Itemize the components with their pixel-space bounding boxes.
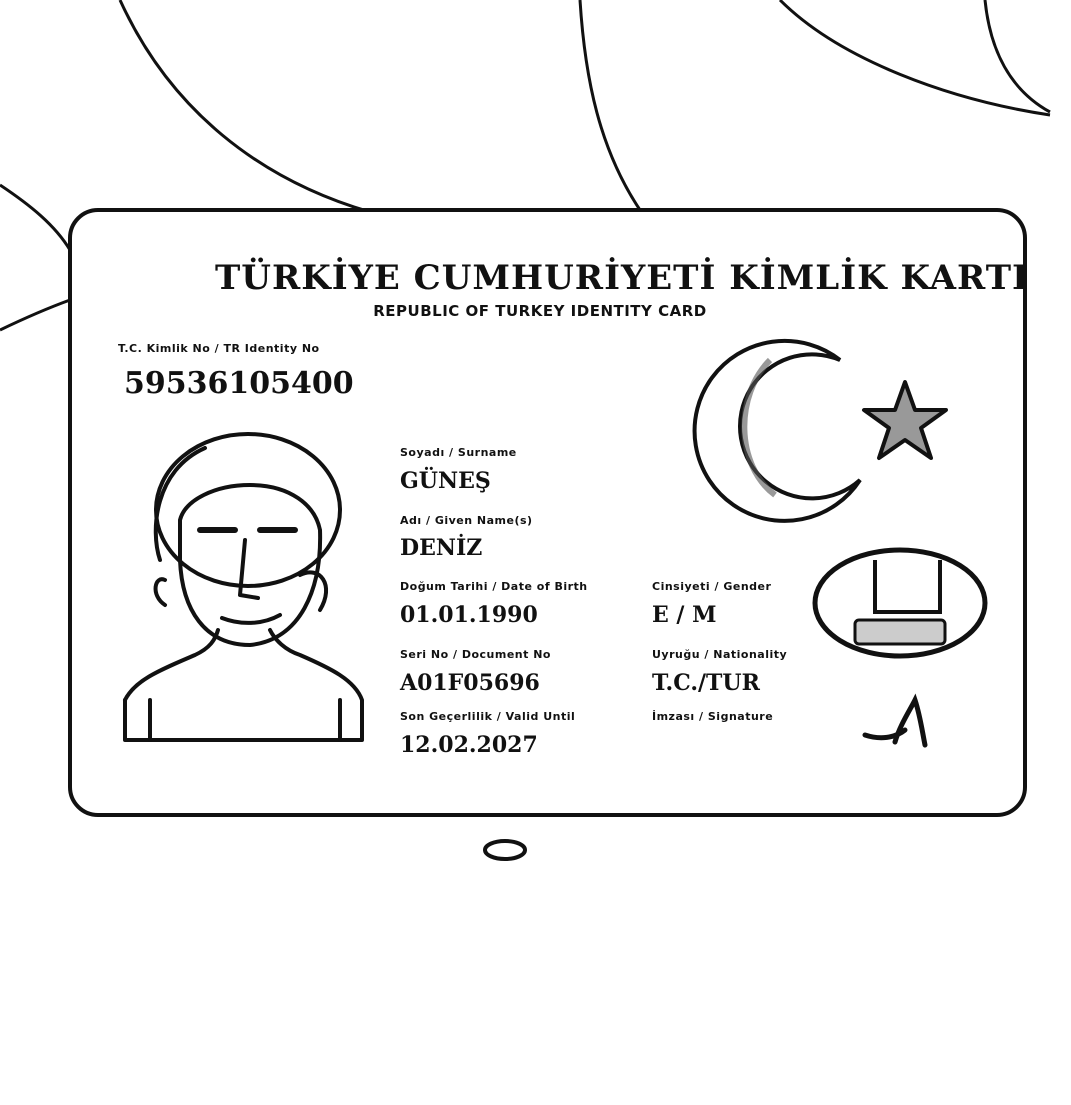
serial-number-label: Seri No / Document No [400, 648, 551, 661]
given-names-value: DENİZ [400, 535, 483, 561]
valid-until-value: 12.02.2027 [400, 732, 538, 758]
nationality-value: T.C./TUR [652, 670, 760, 696]
card-subtitle: REPUBLIC OF TURKEY IDENTITY CARD [373, 302, 707, 320]
nationality-label: Uyruğu / Nationality [652, 648, 788, 661]
surname-value: GÜNEŞ [400, 468, 491, 494]
serial-number-value: A01F05696 [400, 670, 540, 696]
birth-date-value: 01.01.1990 [400, 602, 538, 628]
small-mark [483, 839, 527, 861]
chip-hologram [812, 547, 988, 659]
gender-value: E / M [652, 602, 717, 628]
given-names-label: Adı / Given Name(s) [400, 514, 533, 527]
card-title: TÜRKİYE CUMHURİYETİ KİMLİK KARTI [215, 258, 1029, 298]
birth-date-label: Doğum Tarihi / Date of Birth [400, 580, 588, 593]
valid-until-label: Son Geçerlilik / Valid Until [400, 710, 576, 723]
gender-label: Cinsiyeti / Gender [652, 580, 772, 593]
surname-label: Soyadı / Surname [400, 446, 517, 459]
id-card-drawing [0, 0, 1051, 861]
id-number-label: T.C. Kimlik No / TR Identity No [118, 342, 320, 355]
signature-label: İmzası / Signature [652, 710, 774, 723]
id-card [68, 208, 1027, 817]
id-number-value: 59536105400 [124, 366, 354, 401]
